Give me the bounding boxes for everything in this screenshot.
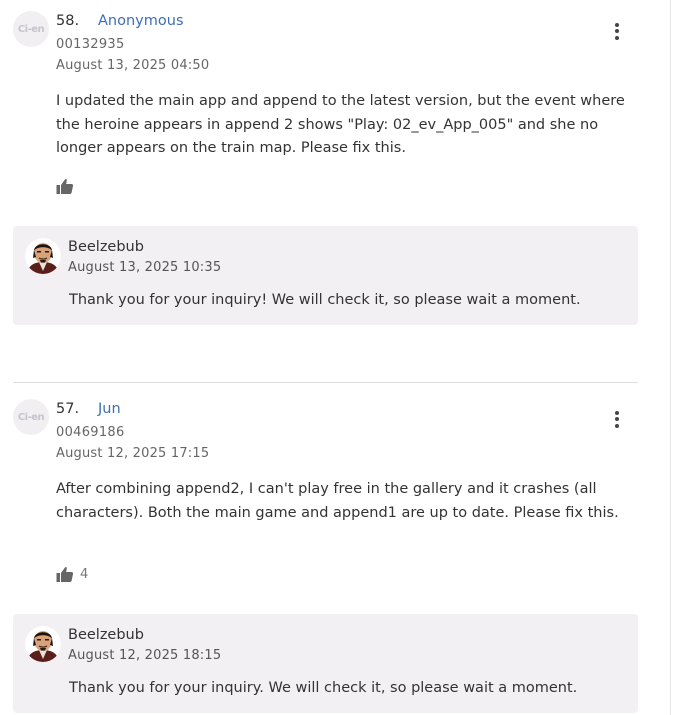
- creator-avatar: [25, 626, 61, 662]
- comment-divider: [13, 382, 638, 383]
- user-id: 00132935: [56, 37, 125, 52]
- reply-author: Beelzebub: [68, 627, 144, 643]
- user-avatar: Ci-en: [13, 399, 49, 435]
- comment-body: I updated the main app and append to the…: [56, 93, 625, 156]
- avatar-text: Ci-en: [17, 23, 45, 35]
- comment-date: August 13, 2025 04:50: [56, 58, 210, 73]
- comment-date: August 12, 2025 17:15: [56, 446, 210, 461]
- kebab-menu-icon[interactable]: [606, 408, 628, 430]
- reply-body: Thank you for your inquiry! We will chec…: [69, 292, 581, 308]
- reply-body: Thank you for your inquiry. We will chec…: [69, 680, 578, 696]
- like-button[interactable]: 4: [56, 564, 88, 584]
- creator-reply: Beelzebub August 13, 2025 10:35 Thank yo…: [13, 226, 638, 325]
- like-button[interactable]: [56, 176, 80, 196]
- thumbs-up-icon: [56, 567, 74, 582]
- scrollbar-edge: [670, 0, 671, 715]
- avatar-text: Ci-en: [17, 411, 45, 423]
- comment-body: After combining append2, I can't play fr…: [56, 481, 619, 521]
- creator-reply: Beelzebub August 12, 2025 18:15 Thank yo…: [13, 614, 638, 713]
- like-count: 4: [80, 566, 89, 582]
- kebab-menu-icon[interactable]: [606, 20, 628, 42]
- thumbs-up-icon: [56, 179, 74, 194]
- comment-author-link[interactable]: Anonymous: [98, 13, 184, 29]
- reply-author: Beelzebub: [68, 239, 144, 255]
- user-avatar: Ci-en: [13, 11, 49, 47]
- reply-date: August 13, 2025 10:35: [68, 260, 222, 275]
- creator-avatar: [25, 238, 61, 274]
- comment-author-link[interactable]: Jun: [98, 401, 121, 417]
- reply-date: August 12, 2025 18:15: [68, 648, 222, 663]
- comment-number: 57.: [56, 401, 80, 417]
- user-id: 00469186: [56, 425, 125, 440]
- comment-number: 58.: [56, 13, 80, 29]
